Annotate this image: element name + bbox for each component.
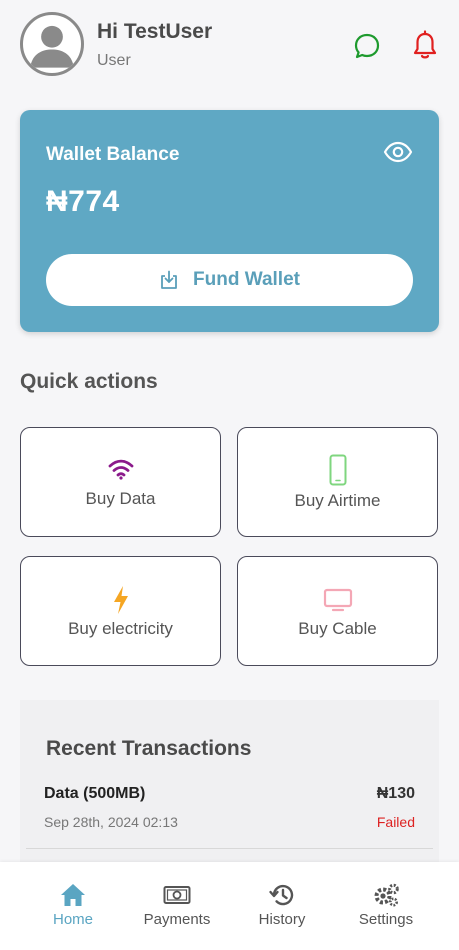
eye-icon[interactable]	[383, 141, 413, 163]
fund-wallet-label: Fund Wallet	[193, 269, 300, 290]
avatar[interactable]	[20, 12, 84, 76]
avatar-icon	[30, 25, 74, 68]
nav-payments-label: Payments	[143, 911, 211, 928]
buy-electricity-label: Buy electricity	[68, 619, 173, 638]
quick-actions-title: Quick actions	[20, 370, 158, 393]
buy-data-card[interactable]: Buy Data	[20, 427, 221, 537]
buy-airtime-label: Buy Airtime	[294, 491, 381, 510]
bolt-icon	[113, 586, 128, 614]
nav-home-label: Home	[52, 911, 93, 928]
bell-icon[interactable]	[411, 30, 439, 60]
fund-wallet-button[interactable]: Fund Wallet	[46, 254, 413, 306]
settings-icon	[374, 883, 399, 907]
buy-electricity-card[interactable]: Buy electricity	[20, 556, 221, 666]
transaction-name: Data (500MB)	[44, 785, 146, 802]
nav-history[interactable]: History	[232, 862, 332, 950]
transaction-date: Sep 28th, 2024 02:13	[44, 814, 178, 830]
transaction-amount: ₦130	[376, 785, 415, 802]
wallet-card: Wallet Balance ₦774 Fund Wallet	[20, 110, 439, 332]
recent-transactions: Recent Transactions Data (500MB) ₦130 Se…	[20, 700, 439, 870]
nav-settings[interactable]: Settings	[336, 862, 436, 950]
wifi-icon	[108, 459, 133, 480]
transaction-status: Failed	[376, 814, 415, 830]
buy-data-label: Buy Data	[85, 489, 156, 508]
user-role: User	[97, 52, 131, 69]
wallet-title: Wallet Balance	[46, 144, 180, 165]
wallet-balance: ₦774	[46, 185, 120, 218]
phone-icon	[329, 454, 346, 486]
buy-airtime-card[interactable]: Buy Airtime	[237, 427, 438, 537]
header: Hi TestUser User	[20, 12, 440, 78]
home-icon	[61, 884, 85, 906]
buy-cable-card[interactable]: Buy Cable	[237, 556, 438, 666]
nav-history-label: History	[258, 911, 306, 928]
nav-settings-label: Settings	[358, 911, 414, 928]
payments-icon	[163, 886, 191, 904]
recent-transactions-title: Recent Transactions	[46, 737, 252, 760]
bottom-nav: Home Payments History Settings	[0, 862, 459, 950]
history-icon	[269, 884, 294, 906]
greeting: Hi TestUser	[97, 20, 213, 43]
tv-icon	[323, 588, 352, 612]
buy-cable-label: Buy Cable	[298, 619, 377, 638]
divider	[26, 848, 433, 849]
chat-icon[interactable]	[353, 32, 381, 60]
nav-home[interactable]: Home	[23, 862, 123, 950]
nav-payments[interactable]: Payments	[127, 862, 227, 950]
download-icon	[161, 270, 177, 289]
